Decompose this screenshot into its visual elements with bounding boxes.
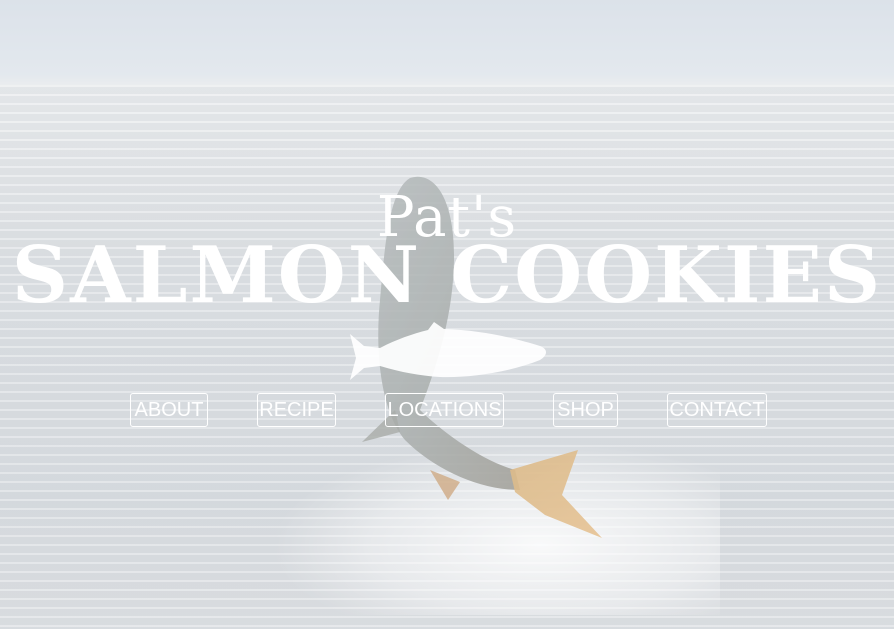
nav-shop-button[interactable]: SHOP bbox=[553, 393, 618, 427]
nav-locations-button[interactable]: LOCATIONS bbox=[385, 393, 504, 427]
brand-title: SALMON COOKIES bbox=[11, 230, 883, 321]
salmon-fish-icon bbox=[350, 322, 546, 380]
nav-about-button[interactable]: ABOUT bbox=[130, 393, 208, 427]
nav-contact-button[interactable]: CONTACT bbox=[667, 393, 767, 427]
nav-recipe-button[interactable]: RECIPE bbox=[257, 393, 336, 427]
